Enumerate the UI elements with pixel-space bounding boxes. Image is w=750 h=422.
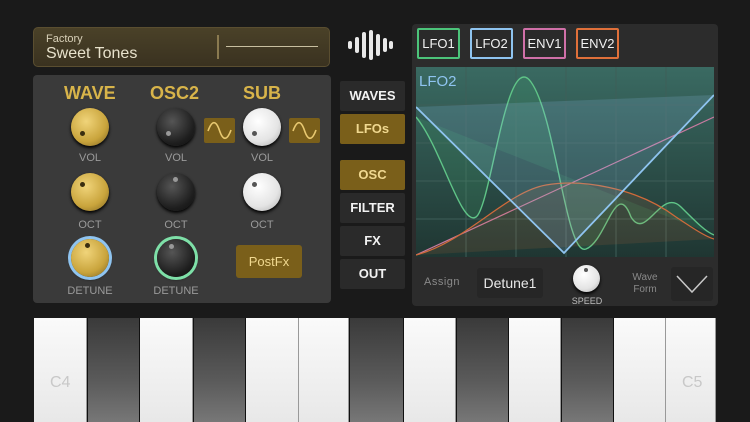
wave-oct-knob[interactable] xyxy=(71,173,109,211)
preset-display[interactable]: Factory Sweet Tones xyxy=(33,27,330,67)
knob-indicator xyxy=(252,182,257,187)
wave-vol-knob[interactable] xyxy=(71,108,109,146)
tab-env2[interactable]: ENV2 xyxy=(576,28,619,59)
menu-fx-button[interactable]: FX xyxy=(340,226,405,256)
wave-vol-label: VOL xyxy=(78,152,101,164)
wave-oct-label: OCT xyxy=(78,219,102,231)
note-label-c5: C5 xyxy=(682,374,703,391)
sub-vol-knob[interactable] xyxy=(243,108,281,146)
osc2-sine-wave-button[interactable] xyxy=(204,118,235,143)
wave-form-label-line2: Form xyxy=(633,284,657,295)
postfx-button[interactable]: PostFx xyxy=(236,245,302,278)
modulation-plot[interactable] xyxy=(415,67,715,257)
piano-key-black[interactable] xyxy=(193,318,246,422)
note-label-c4: C4 xyxy=(50,374,71,391)
osc2-vol-label: VOL xyxy=(164,152,187,164)
preset-name: Sweet Tones xyxy=(46,45,138,62)
menu-filter-button[interactable]: FILTER xyxy=(340,193,405,223)
wave-form-button[interactable] xyxy=(671,267,713,301)
wave-detune-knob[interactable] xyxy=(71,239,109,277)
piano-keyboard: C4 C5 xyxy=(34,318,716,422)
knob-indicator xyxy=(252,131,257,136)
assign-target-field[interactable]: Detune1 xyxy=(477,268,543,298)
waveform-logo-icon xyxy=(346,30,394,60)
osc2-oct-label: OCT xyxy=(164,219,188,231)
plot-title: LFO2 xyxy=(419,73,457,90)
preset-category: Factory xyxy=(46,33,83,45)
assign-label: Assign xyxy=(424,276,461,288)
knob-indicator xyxy=(166,131,171,136)
preset-divider xyxy=(217,35,219,59)
knob-indicator xyxy=(584,268,588,272)
piano-key-white[interactable] xyxy=(509,318,561,422)
header-sub: SUB xyxy=(243,83,282,103)
piano-key-black[interactable] xyxy=(456,318,509,422)
piano-key-white[interactable] xyxy=(34,318,87,422)
knob-indicator xyxy=(173,177,178,182)
sub-sine-wave-button[interactable] xyxy=(289,118,320,143)
knob-indicator xyxy=(80,131,85,136)
piano-key-white[interactable] xyxy=(404,318,456,422)
piano-key-black[interactable] xyxy=(561,318,614,422)
menu-waves-button[interactable]: WAVES xyxy=(340,81,405,111)
knob-indicator xyxy=(85,243,90,248)
osc2-detune-knob[interactable] xyxy=(157,239,195,277)
piano-key-white[interactable] xyxy=(246,318,299,422)
knob-indicator xyxy=(80,182,85,187)
tab-lfo2[interactable]: LFO2 xyxy=(470,28,513,59)
osc2-detune-label: DETUNE xyxy=(153,285,199,297)
menu-lfos-button[interactable]: LFOs xyxy=(340,114,405,144)
wave-form-label: Wave Form xyxy=(624,272,666,296)
piano-key-white[interactable] xyxy=(666,318,716,422)
header-osc2: OSC2 xyxy=(150,83,200,103)
sub-oct-label: OCT xyxy=(250,219,274,231)
speed-knob[interactable] xyxy=(573,265,600,292)
header-wave: WAVE xyxy=(64,83,116,103)
sine-wave-icon xyxy=(207,121,232,140)
preset-level-line xyxy=(226,46,318,47)
piano-key-white[interactable] xyxy=(140,318,193,422)
piano-key-black[interactable] xyxy=(349,318,404,422)
osc2-oct-knob[interactable] xyxy=(157,173,195,211)
piano-key-white[interactable] xyxy=(299,318,349,422)
tab-env1[interactable]: ENV1 xyxy=(523,28,566,59)
menu-out-button[interactable]: OUT xyxy=(340,259,405,289)
wave-form-label-line1: Wave xyxy=(632,272,658,283)
knob-indicator xyxy=(169,244,174,249)
speed-label: SPEED xyxy=(571,296,603,306)
menu-osc-button[interactable]: OSC xyxy=(340,160,405,190)
sub-vol-label: VOL xyxy=(250,152,273,164)
tab-lfo1[interactable]: LFO1 xyxy=(417,28,460,59)
piano-key-white[interactable] xyxy=(614,318,666,422)
osc2-vol-knob[interactable] xyxy=(157,108,195,146)
sine-wave-icon xyxy=(292,121,317,140)
piano-key-black[interactable] xyxy=(87,318,140,422)
wave-detune-label: DETUNE xyxy=(67,285,113,297)
sub-oct-knob[interactable] xyxy=(243,173,281,211)
triangle-wave-icon xyxy=(676,275,708,294)
